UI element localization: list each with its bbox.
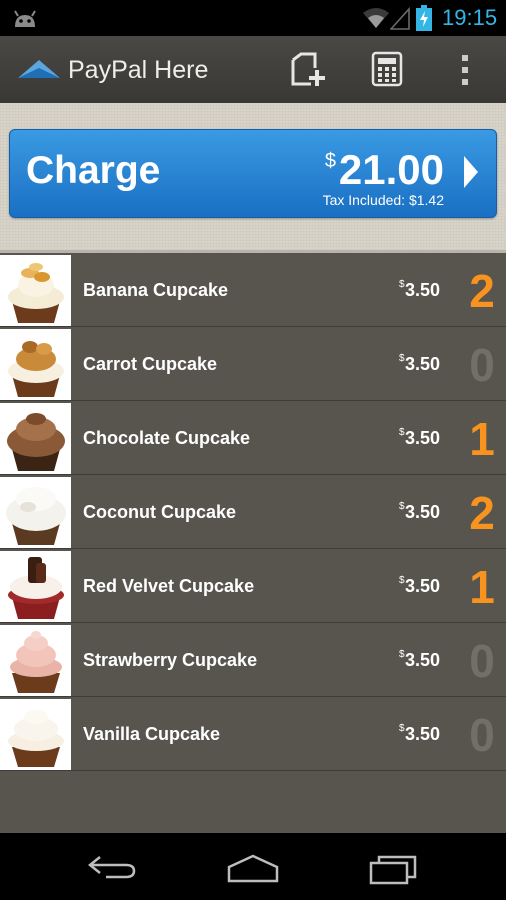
vanilla-cupcake-image — [0, 699, 71, 770]
item-price: 3.50 — [405, 428, 441, 448]
item-name: Carrot Cupcake — [83, 354, 218, 374]
red-velvet-cupcake-image — [0, 551, 71, 622]
chocolate-cupcake-image — [0, 403, 71, 474]
battery-charging-icon — [416, 5, 432, 31]
item-price: 3.50 — [405, 650, 441, 670]
item-quantity: 2 — [469, 265, 495, 317]
list-item[interactable]: Coconut Cupcake $ 3.50 2 — [0, 475, 506, 549]
new-item-icon[interactable] — [289, 52, 327, 88]
coconut-cupcake-image — [0, 477, 71, 548]
price-currency-sign: $ — [399, 501, 405, 512]
item-name: Strawberry Cupcake — [83, 650, 258, 670]
recent-apps-icon[interactable] — [368, 851, 420, 885]
list-item[interactable]: Vanilla Cupcake $ 3.50 0 — [0, 697, 506, 771]
item-price: 3.50 — [405, 280, 441, 300]
price-currency-sign: $ — [399, 575, 405, 586]
item-name: Chocolate Cupcake — [83, 428, 251, 448]
price-currency-sign: $ — [399, 279, 405, 290]
paypal-here-logo-icon[interactable] — [16, 56, 62, 82]
cell-signal-icon — [390, 6, 410, 30]
item-price: 3.50 — [405, 354, 441, 374]
price-currency-sign: $ — [399, 723, 405, 734]
item-price: 3.50 — [405, 576, 441, 596]
list-item[interactable]: Banana Cupcake $ 3.50 2 — [0, 253, 506, 327]
home-icon[interactable] — [226, 853, 280, 883]
price-currency-sign: $ — [399, 353, 405, 364]
carrot-cupcake-image — [0, 329, 71, 400]
list-item[interactable]: Carrot Cupcake $ 3.50 0 — [0, 327, 506, 401]
calculator-icon[interactable] — [371, 51, 403, 87]
price-currency-sign: $ — [399, 427, 405, 438]
item-quantity: 1 — [469, 561, 495, 613]
price-currency-sign: $ — [399, 649, 405, 660]
system-nav-bar — [0, 833, 506, 900]
status-bar: 19:15 — [0, 0, 506, 36]
charge-currency-sign: $ — [324, 150, 336, 172]
item-price: 3.50 — [405, 724, 441, 744]
list-item[interactable]: Red Velvet Cupcake $ 3.50 1 — [0, 549, 506, 623]
app-title: PayPal Here — [68, 56, 209, 84]
item-list: Banana Cupcake $ 3.50 2 Carrot Cupcake $… — [0, 253, 506, 833]
item-price: 3.50 — [405, 502, 441, 522]
item-quantity: 0 — [469, 709, 495, 761]
status-clock: 19:15 — [442, 5, 498, 30]
tax-included-text: Tax Included: $1.42 — [322, 192, 444, 208]
charge-button[interactable]: Charge $ 21.00 Tax Included: $1.42 — [9, 129, 497, 218]
strawberry-cupcake-image — [0, 625, 71, 696]
item-quantity: 2 — [469, 487, 495, 539]
charge-area: Charge $ 21.00 Tax Included: $1.42 — [0, 103, 506, 253]
item-name: Vanilla Cupcake — [83, 724, 221, 744]
list-item[interactable]: Strawberry Cupcake $ 3.50 0 — [0, 623, 506, 697]
item-name: Red Velvet Cupcake — [83, 576, 255, 596]
item-name: Banana Cupcake — [83, 280, 229, 300]
back-icon[interactable] — [86, 853, 138, 881]
item-quantity: 1 — [469, 413, 495, 465]
banana-cupcake-image — [0, 255, 71, 326]
chevron-right-icon — [464, 156, 478, 188]
android-notification-icon — [14, 10, 36, 27]
list-item[interactable]: Chocolate Cupcake $ 3.50 1 — [0, 401, 506, 475]
charge-amount: 21.00 — [338, 146, 444, 193]
charge-label: Charge — [26, 149, 161, 192]
action-bar: PayPal Here — [0, 36, 506, 104]
wifi-icon — [363, 8, 389, 28]
item-quantity: 0 — [469, 635, 495, 687]
overflow-menu-icon[interactable] — [458, 53, 472, 87]
item-name: Coconut Cupcake — [83, 502, 237, 522]
item-quantity: 0 — [469, 339, 495, 391]
